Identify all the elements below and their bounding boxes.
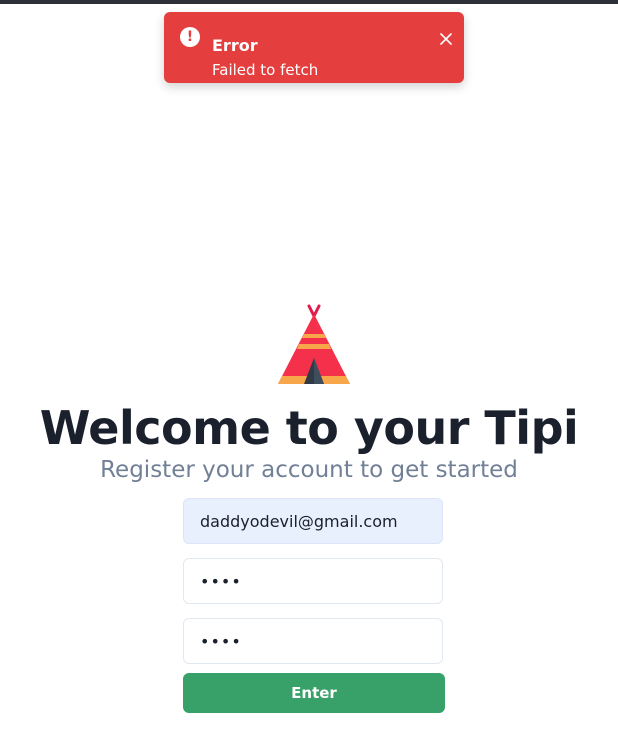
close-icon[interactable] bbox=[436, 29, 456, 49]
top-bar bbox=[0, 0, 618, 4]
toast-title: Error bbox=[212, 36, 258, 55]
page-title: Welcome to your Tipi bbox=[39, 401, 579, 455]
enter-button[interactable]: Enter bbox=[183, 673, 445, 713]
alert-circle-icon: ! bbox=[180, 27, 200, 47]
toast-message: Failed to fetch bbox=[212, 61, 319, 79]
tipi-logo-icon bbox=[276, 304, 352, 386]
confirm-password-field[interactable] bbox=[183, 618, 443, 664]
email-field[interactable] bbox=[183, 498, 443, 544]
error-toast: ! Error Failed to fetch bbox=[164, 12, 464, 83]
page-subtitle: Register your account to get started bbox=[100, 457, 518, 483]
password-field[interactable] bbox=[183, 558, 443, 604]
